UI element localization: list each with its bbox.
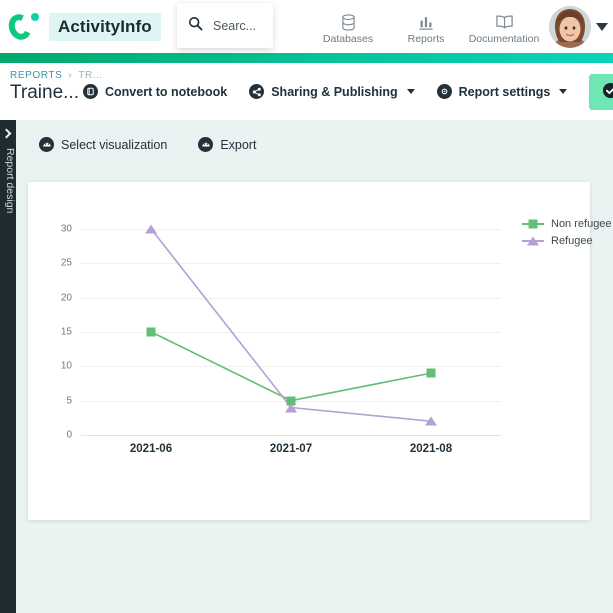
select-visualization-label: Select visualization: [61, 137, 168, 152]
report-design-label: Report design: [4, 148, 16, 214]
visualization-icon: [39, 137, 54, 152]
app-header: ActivityInfo Searc... Databases Reports …: [0, 0, 613, 53]
page-body: Report design Select visualization Expor…: [0, 120, 613, 613]
brand-name: ActivityInfo: [49, 12, 161, 41]
save-report-button[interactable]: Save report: [589, 73, 613, 110]
chart-legend: Non refugee Refugee: [522, 215, 612, 249]
y-axis-tick: 25: [60, 257, 72, 269]
report-content: Select visualization Export 0 5 10 15 20 25 30…: [16, 120, 613, 613]
visualization-toolbar: Select visualization Export: [16, 120, 613, 152]
primary-nav: Databases Reports Documentation: [309, 9, 547, 45]
legend-label: Refugee: [551, 234, 593, 247]
legend-marker-icon: [522, 235, 544, 246]
data-point-marker[interactable]: [146, 327, 156, 337]
x-axis-tick: 2021-06: [129, 443, 173, 455]
accent-gradient-bar: [0, 53, 613, 63]
share-icon: [249, 84, 265, 99]
convert-to-notebook-button[interactable]: Convert to notebook: [83, 84, 227, 99]
y-axis-tick: 20: [60, 292, 72, 303]
x-axis-tick: 2021-07: [269, 443, 313, 455]
notebook-icon: [83, 84, 98, 99]
search-icon: [188, 16, 203, 36]
line-chart: 0 5 10 15 20 25 30 2021-06 2021-07 2021-08 Non re…: [28, 182, 612, 520]
y-axis-tick: 0: [66, 429, 72, 441]
legend-label: Non refugee: [551, 217, 612, 230]
select-visualization-button[interactable]: Select visualization: [39, 137, 174, 152]
y-axis-tick: 15: [60, 326, 72, 338]
export-icon: [198, 137, 214, 152]
data-point-marker[interactable]: [145, 224, 157, 234]
breadcrumb-separator: ›: [68, 70, 73, 81]
nav-item-databases[interactable]: Databases: [309, 9, 387, 45]
legend-item[interactable]: Non refugee: [522, 215, 612, 232]
data-point-marker[interactable]: [425, 416, 437, 426]
settings-icon: [436, 84, 452, 99]
legend-marker-icon: [522, 218, 544, 229]
chevron-down-icon: [559, 89, 568, 94]
chevron-right-icon: [1, 128, 12, 139]
breadcrumb-root[interactable]: REPORTS: [10, 70, 62, 81]
chart-panel: 0 5 10 15 20 25 30 2021-06 2021-07 2021-08 Non re…: [28, 182, 612, 520]
data-point-marker[interactable]: [285, 403, 297, 412]
report-settings-label: Report settings: [458, 84, 551, 99]
bar-chart-icon: [387, 13, 465, 32]
report-toolbar: REPORTS › TR... Traine... Convert to not…: [0, 63, 613, 120]
y-axis-tick: 30: [60, 223, 72, 235]
export-button[interactable]: Export: [198, 137, 256, 152]
nav-label-documentation: Documentation: [468, 32, 540, 45]
toolbar-actions: Convert to notebook Sharing & Publishing…: [83, 63, 613, 120]
report-design-rail[interactable]: Report design: [0, 120, 16, 613]
book-icon: [465, 13, 543, 32]
user-avatar[interactable]: [549, 5, 591, 48]
y-axis-tick: 10: [60, 360, 72, 372]
data-point-marker[interactable]: [426, 368, 436, 378]
search-input[interactable]: Searc...: [213, 19, 256, 33]
nav-item-reports[interactable]: Reports: [387, 9, 465, 45]
sharing-publishing-label: Sharing & Publishing: [271, 84, 398, 99]
database-icon: [309, 13, 387, 32]
activityinfo-logo-icon[interactable]: [5, 10, 39, 43]
chevron-down-icon: [406, 89, 415, 94]
check-circle-icon: [602, 82, 613, 102]
gridline: [81, 435, 501, 436]
nav-item-documentation[interactable]: Documentation: [465, 9, 543, 45]
report-settings-button[interactable]: Report settings: [436, 84, 568, 99]
plot-area: 0 5 10 15 20 25 30 2021-06 2021-07 2021-08: [61, 215, 501, 455]
export-label: Export: [220, 137, 257, 152]
nav-label-databases: Databases: [322, 32, 374, 45]
logo-dot-shape: [31, 12, 39, 21]
legend-item[interactable]: Refugee: [522, 232, 612, 249]
x-axis-tick: 2021-08: [409, 443, 453, 455]
y-axis-tick: 5: [66, 395, 72, 407]
chevron-down-icon[interactable]: [596, 22, 608, 31]
search-box[interactable]: Searc...: [177, 3, 273, 48]
sharing-publishing-button[interactable]: Sharing & Publishing: [249, 84, 415, 99]
convert-to-notebook-label: Convert to notebook: [105, 84, 228, 99]
nav-label-reports: Reports: [407, 32, 445, 45]
